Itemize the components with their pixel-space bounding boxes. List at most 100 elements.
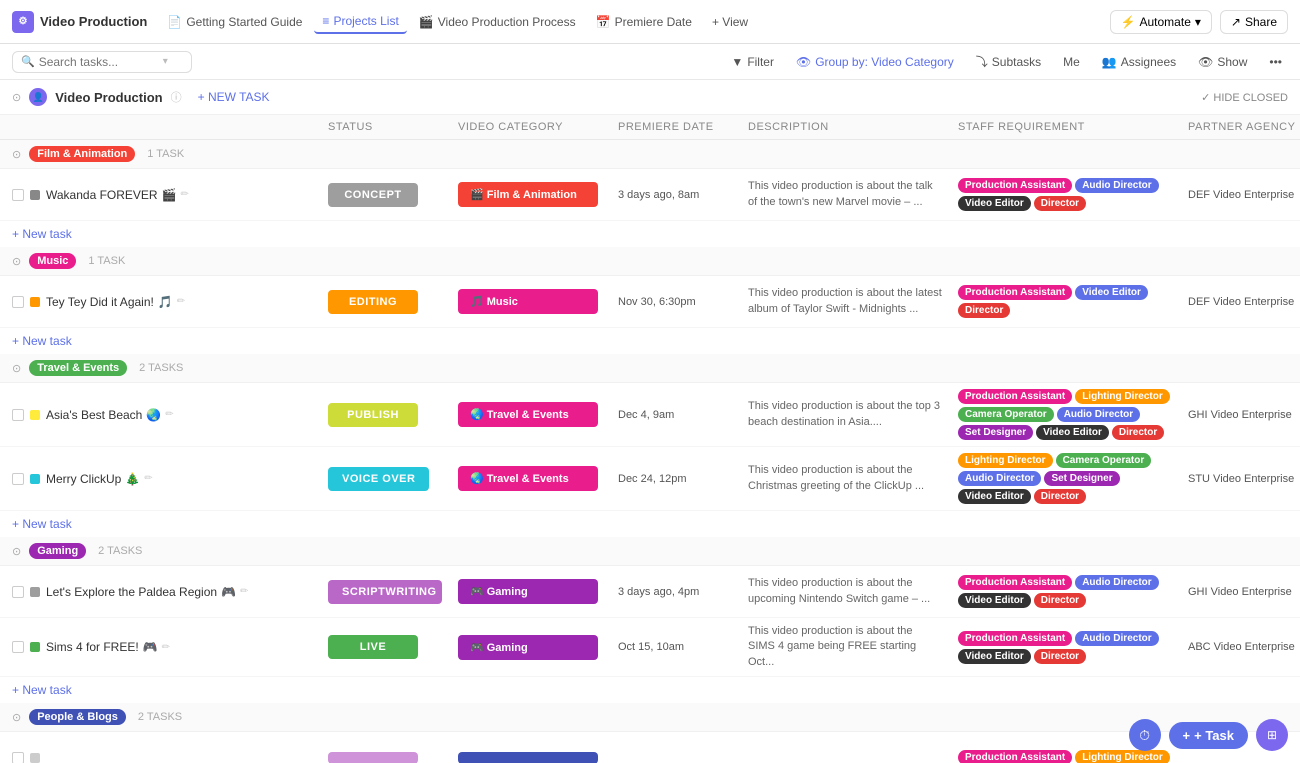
description-cell: This video production is about the talk … xyxy=(740,173,950,216)
premiere-date-cell: 3 days ago, 8am xyxy=(610,183,740,207)
search-box[interactable]: 🔍 ▾ xyxy=(12,51,192,73)
nav-right: ⚡ Automate ▾ ↗ Share xyxy=(1110,10,1288,34)
nav-tab-premiere-date[interactable]: 📅 Premiere Date xyxy=(588,11,700,33)
toolbar: 🔍 ▾ ▼ Filter 👁 Group by: Video Category … xyxy=(0,44,1300,80)
task-row: Merry ClickUp 🎄 ✏ VOICE OVER 🌏 Travel & … xyxy=(0,447,1300,511)
staff-tag: Video Editor xyxy=(958,649,1031,664)
task-name: Sims 4 for FREE! 🎮 ✏ xyxy=(46,640,170,654)
task-checkbox[interactable] xyxy=(12,189,24,201)
edit-icon[interactable]: ✏ xyxy=(162,642,170,653)
task-name: Let's Explore the Paldea Region 🎮 ✏ xyxy=(46,585,248,599)
task-checkbox[interactable] xyxy=(12,752,24,763)
group-collapse-icon[interactable]: ⊙ xyxy=(12,545,21,558)
staff-tag: Camera Operator xyxy=(958,407,1054,422)
premiere-date: Nov 30, 6:30pm xyxy=(618,296,696,308)
partner-cell: GHI Video Enterprise xyxy=(1180,580,1300,604)
premiere-date-cell: Dec 4, 9am xyxy=(610,403,740,427)
staff-tags: Production AssistantLighting DirectorCam… xyxy=(958,389,1172,440)
staff-tag: Audio Director xyxy=(1075,575,1158,590)
timer-button[interactable]: ⏱ xyxy=(1129,719,1161,751)
status-cell xyxy=(320,746,450,763)
staff-cell: Production AssistantAudio DirectorVideo … xyxy=(950,625,1180,670)
new-task-link-film-animation[interactable]: + New task xyxy=(12,227,72,241)
staff-tag: Production Assistant xyxy=(958,389,1072,404)
new-task-row-travel-events: + New task xyxy=(0,511,1300,537)
doc-icon: 📄 xyxy=(167,15,182,29)
group-badge-gaming[interactable]: Gaming xyxy=(29,543,86,559)
new-task-button[interactable]: + NEW TASK xyxy=(190,88,278,106)
group-badge-music[interactable]: Music xyxy=(29,253,76,269)
task-checkbox[interactable] xyxy=(12,641,24,653)
grid-view-button[interactable]: ⊞ xyxy=(1256,719,1288,751)
video-cat-cell: 🌏 Travel & Events xyxy=(450,396,610,433)
me-button[interactable]: Me xyxy=(1057,53,1086,71)
bottom-bar: ⏱ + + Task ⊞ xyxy=(1129,719,1288,751)
nav-tab-getting-started[interactable]: 📄 Getting Started Guide xyxy=(159,11,310,33)
video-cat-badge: 🌏 Travel & Events xyxy=(458,402,598,427)
nav-tab-production-process[interactable]: 🎬 Video Production Process xyxy=(411,11,584,33)
project-info-icon[interactable]: ⓘ xyxy=(171,89,182,105)
task-color-dot xyxy=(30,642,40,652)
group-badge-people-blogs[interactable]: People & Blogs xyxy=(29,709,126,725)
group-collapse-icon[interactable]: ⊙ xyxy=(12,148,21,161)
hide-closed-button[interactable]: ✓ HIDE CLOSED xyxy=(1201,91,1288,104)
show-icon: 👁 xyxy=(1198,55,1213,69)
group-badge-film-animation[interactable]: Film & Animation xyxy=(29,146,135,162)
staff-tag: Lighting Director xyxy=(958,453,1053,468)
task-checkbox[interactable] xyxy=(12,296,24,308)
edit-icon[interactable]: ✏ xyxy=(165,409,173,420)
staff-tag: Director xyxy=(1112,425,1164,440)
edit-icon[interactable]: ✏ xyxy=(177,296,185,307)
edit-icon[interactable]: ✏ xyxy=(144,473,152,484)
automate-icon: ⚡ xyxy=(1121,15,1136,29)
film-icon: 🎬 xyxy=(419,15,434,29)
list-icon: ≡ xyxy=(322,14,329,28)
add-task-button[interactable]: + + Task xyxy=(1169,722,1248,749)
new-task-link-travel-events[interactable]: + New task xyxy=(12,517,72,531)
partner-text: DEF Video Enterprise xyxy=(1188,189,1294,201)
show-button[interactable]: 👁 Show xyxy=(1192,53,1253,71)
partner-text: ABC Video Enterprise xyxy=(1188,641,1295,653)
staff-tag: Production Assistant xyxy=(958,178,1072,193)
project-collapse-icon[interactable]: ⊙ xyxy=(12,91,21,104)
automate-button[interactable]: ⚡ Automate ▾ xyxy=(1110,10,1212,34)
toolbar-right: ▼ Filter 👁 Group by: Video Category ⤵ Su… xyxy=(725,51,1288,72)
task-color-dot xyxy=(30,753,40,763)
group-collapse-icon[interactable]: ⊙ xyxy=(12,362,21,375)
new-task-row-film-animation: + New task xyxy=(0,221,1300,247)
more-options-button[interactable]: ••• xyxy=(1263,53,1288,71)
edit-icon[interactable]: ✏ xyxy=(181,189,189,200)
status-badge: VOICE OVER xyxy=(328,467,429,491)
search-dropdown-icon[interactable]: ▾ xyxy=(163,56,168,67)
groups-container: ⊙ Film & Animation 1 TASK Wakanda FOREVE… xyxy=(0,140,1300,763)
group-task-count-travel-events: 2 TASKS xyxy=(139,362,183,374)
subtasks-button[interactable]: ⤵ Subtasks xyxy=(970,51,1047,72)
col-header-partner: PARTNER AGENCY xyxy=(1180,115,1300,139)
edit-icon[interactable]: ✏ xyxy=(240,586,248,597)
share-button[interactable]: ↗ Share xyxy=(1220,10,1288,34)
task-name: Tey Tey Did it Again! 🎵 ✏ xyxy=(46,295,185,309)
col-header-premiere-date: PREMIERE DATE xyxy=(610,115,740,139)
description-cell: This video production is about the lates… xyxy=(740,280,950,323)
task-checkbox[interactable] xyxy=(12,473,24,485)
status-cell: VOICE OVER xyxy=(320,461,450,497)
search-input[interactable] xyxy=(39,55,159,69)
group-collapse-icon[interactable]: ⊙ xyxy=(12,255,21,268)
group-badge-travel-events[interactable]: Travel & Events xyxy=(29,360,127,376)
status-cell: PUBLISH xyxy=(320,397,450,433)
task-emoji: 🎮 xyxy=(143,640,158,654)
group-by-button[interactable]: 👁 Group by: Video Category xyxy=(790,53,960,71)
status-badge: CONCEPT xyxy=(328,183,418,207)
task-checkbox[interactable] xyxy=(12,586,24,598)
nav-tab-projects-list[interactable]: ≡ Projects List xyxy=(314,10,406,34)
task-checkbox[interactable] xyxy=(12,409,24,421)
assignees-button[interactable]: 👥 Assignees xyxy=(1096,53,1182,71)
group-collapse-icon[interactable]: ⊙ xyxy=(12,711,21,724)
new-task-link-music[interactable]: + New task xyxy=(12,334,72,348)
video-cat-badge: 🎵 Music xyxy=(458,289,598,314)
new-task-link-gaming[interactable]: + New task xyxy=(12,683,72,697)
filter-button[interactable]: ▼ Filter xyxy=(725,53,780,71)
status-badge: PUBLISH xyxy=(328,403,418,427)
task-color-dot xyxy=(30,410,40,420)
nav-tab-view[interactable]: + View xyxy=(704,11,756,33)
